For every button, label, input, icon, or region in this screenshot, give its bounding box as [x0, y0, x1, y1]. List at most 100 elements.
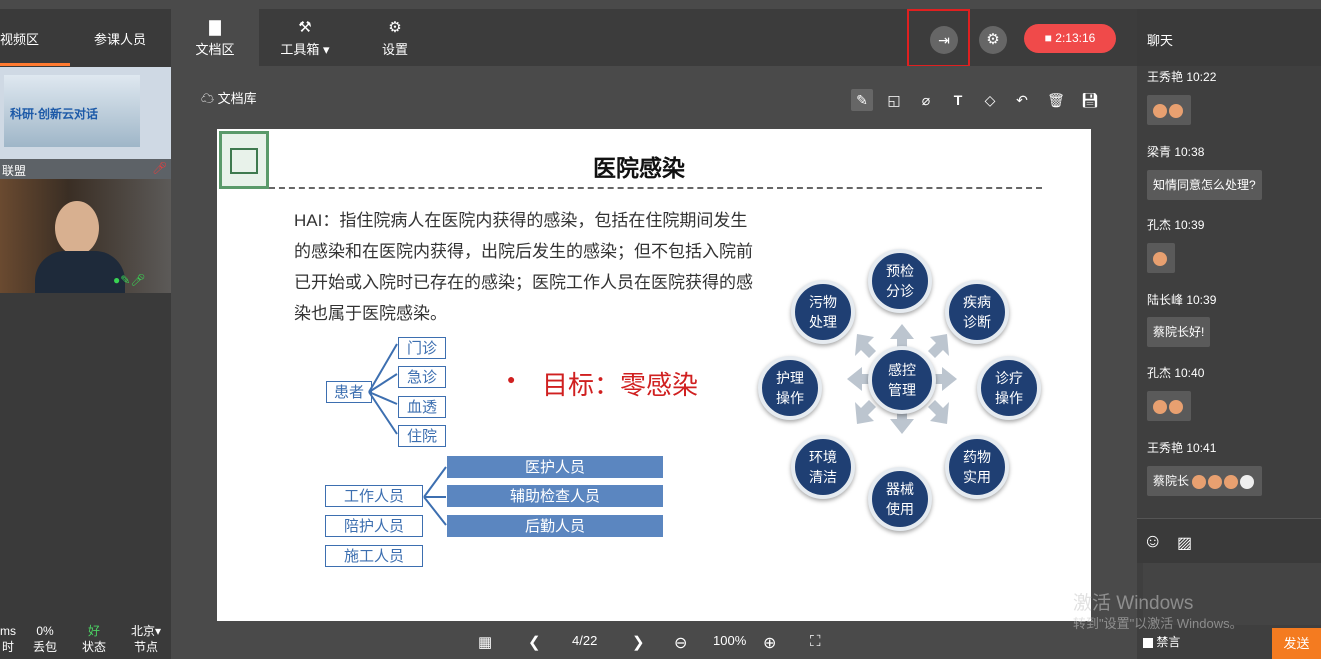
settings-gear-button[interactable]: ⚙	[979, 26, 1007, 54]
pencil-icon: ✎	[856, 92, 868, 108]
goal-text: 目标：零感染	[542, 371, 699, 401]
toolbox-icon: ⚒	[298, 19, 312, 36]
clear-tool[interactable]: 🗑︎	[1045, 89, 1067, 111]
staff-label: 施工人员	[325, 545, 423, 567]
chat-bubble	[1147, 391, 1191, 421]
slide-title: 医院感染	[593, 155, 685, 181]
active-tab-indicator	[0, 63, 70, 66]
undo-icon: ↶	[1016, 92, 1028, 108]
text-tool[interactable]: T	[947, 89, 969, 111]
title-divider	[269, 187, 1042, 189]
chat-sender: 梁青 10:38	[1147, 145, 1205, 159]
toolbox-button[interactable]: ⚒ 工具箱 ▾	[261, 9, 349, 66]
zoom-in-button[interactable]: ⊕	[763, 633, 776, 653]
eraser-tool[interactable]: ◇	[979, 89, 1001, 111]
left-panel: 视频区 参课人员 科研·创新云对话 联盟 🎤︎ ●✎🎤︎ ms 时 0% 丢包 好状…	[0, 9, 171, 659]
undo-tool[interactable]: ↶	[1011, 89, 1033, 111]
chat-bubble: 蔡院长	[1147, 466, 1263, 496]
video-banner-text: 科研·创新云对话	[10, 107, 98, 121]
status-icons: ●✎🎤︎	[113, 273, 146, 287]
zoom-level: 100%	[713, 633, 747, 648]
image-button[interactable]: ▨	[1177, 533, 1192, 553]
cycle-node: 诊疗 操作	[977, 356, 1041, 420]
mic-muted-icon[interactable]: 🎤︎	[152, 161, 167, 175]
page-indicator: 4/22	[572, 633, 598, 648]
fullscreen-button[interactable]: ⛶	[810, 633, 821, 650]
chat-bubble: 蔡院长好!	[1147, 317, 1211, 347]
staff-label: 工作人员	[325, 485, 423, 507]
top-toolbar: ▇ 文档区 ⚒ 工具箱 ▾ ⚙ 设置 ⇥ ⚙ ■ 2:13:16	[171, 9, 1137, 67]
tab-participants[interactable]: 参课人员	[94, 29, 146, 48]
patient-label: 患者	[326, 381, 372, 403]
smiley-icon: ☺	[1143, 531, 1163, 552]
tab-video[interactable]: 视频区	[0, 29, 39, 48]
staff-item: 辅助检查人员	[447, 485, 663, 507]
cycle-node: 药物 实用	[945, 435, 1009, 499]
pen-tool[interactable]: ✎	[851, 89, 873, 111]
highlighter-icon: ⌀	[921, 92, 931, 108]
docs-tab-button[interactable]: ▇ 文档区	[171, 9, 259, 66]
patient-item: 血透	[398, 396, 446, 418]
slide-body-text: HAI：指住院病人在医院内获得的感染，包括在住院期间发生的感染和在医院内获得，出…	[294, 211, 753, 323]
node-selector[interactable]: 北京▾ 节点	[126, 623, 166, 655]
thumbs-up-icon	[1153, 103, 1167, 118]
recording-timer[interactable]: ■ 2:13:16	[1024, 24, 1116, 53]
exit-button[interactable]: ⇥	[930, 26, 958, 54]
clap-icon	[1169, 103, 1183, 118]
coffee-icon	[1240, 474, 1255, 489]
video-tile-1[interactable]: 科研·创新云对话 联盟 🎤︎	[0, 67, 171, 179]
eraser-icon: ◇	[984, 92, 996, 108]
mute-checkbox[interactable]: 禁言	[1143, 633, 1180, 650]
prev-page-button[interactable]: ❮	[528, 633, 541, 651]
patient-item: 门诊	[398, 337, 446, 359]
presenter-suit	[35, 251, 125, 293]
shape-tool[interactable]: ◱	[883, 89, 905, 111]
thumbs-up-icon	[1208, 474, 1223, 489]
cycle-node: 预检 分诊	[868, 249, 932, 313]
send-button[interactable]: 发送	[1272, 628, 1321, 659]
patient-item: 急诊	[398, 366, 446, 388]
zoom-out-button[interactable]: ⊖	[674, 633, 687, 653]
node-value: 北京▾	[130, 624, 162, 638]
cycle-node: 疾病 诊断	[945, 280, 1009, 344]
folder-icon: ▇	[209, 19, 221, 36]
next-page-button[interactable]: ❯	[632, 633, 645, 651]
chevron-right-icon: ❯	[632, 634, 645, 651]
doc-library-button[interactable]: ☁ 文档库	[201, 88, 257, 107]
thumbs-up-icon	[1192, 474, 1207, 489]
chat-bubble	[1147, 95, 1191, 125]
stop-icon: ■	[1044, 31, 1052, 45]
staff-bracket	[423, 466, 447, 526]
activation-watermark-title: 激活 Windows	[1073, 593, 1194, 614]
text-icon: T	[953, 92, 963, 108]
presenter-face	[55, 201, 99, 255]
save-icon: 💾︎	[1081, 92, 1099, 108]
emoji-button[interactable]: ☺	[1143, 531, 1162, 553]
checkbox-icon	[1143, 637, 1153, 648]
cycle-node: 污物 处理	[791, 280, 855, 344]
hospital-logo	[219, 131, 269, 189]
chat-sender: 孔杰 10:39	[1147, 218, 1205, 232]
chat-sender: 王秀艳 10:41	[1147, 441, 1217, 455]
staff-label: 陪护人员	[325, 515, 423, 537]
settings-button[interactable]: ⚙ 设置	[351, 9, 439, 66]
chat-panel: 聊天 王秀艳 10:22 梁青 10:38 知情同意怎么处理? 孔杰 10:39…	[1137, 9, 1321, 659]
grid-view-button[interactable]: ▦	[478, 633, 492, 651]
bullet-icon: ●	[507, 371, 516, 387]
video-tile-2[interactable]: ●✎🎤︎	[0, 179, 171, 293]
highlighter-tool[interactable]: ⌀	[915, 89, 937, 111]
latency-value: ms	[0, 624, 16, 638]
chat-bubble: 知情同意怎么处理?	[1147, 170, 1262, 200]
clap-icon	[1153, 399, 1167, 414]
video-name-label: 联盟	[2, 164, 27, 178]
packet-loss-value: 0%	[36, 624, 54, 638]
save-tool[interactable]: 💾︎	[1079, 89, 1101, 111]
zoom-out-icon: ⊖	[674, 635, 688, 652]
zoom-in-icon: ⊕	[763, 635, 777, 652]
slide: 医院感染 HAI：指住院病人在医院内获得的感染，包括在住院期间发生的感染和在医院…	[217, 129, 1091, 621]
trash-icon: 🗑︎	[1047, 92, 1065, 108]
chat-sender: 王秀艳 10:22	[1147, 70, 1217, 84]
chevron-left-icon: ❮	[528, 634, 541, 651]
staff-item: 医护人员	[447, 456, 663, 478]
chat-sender: 孔杰 10:40	[1147, 366, 1205, 380]
